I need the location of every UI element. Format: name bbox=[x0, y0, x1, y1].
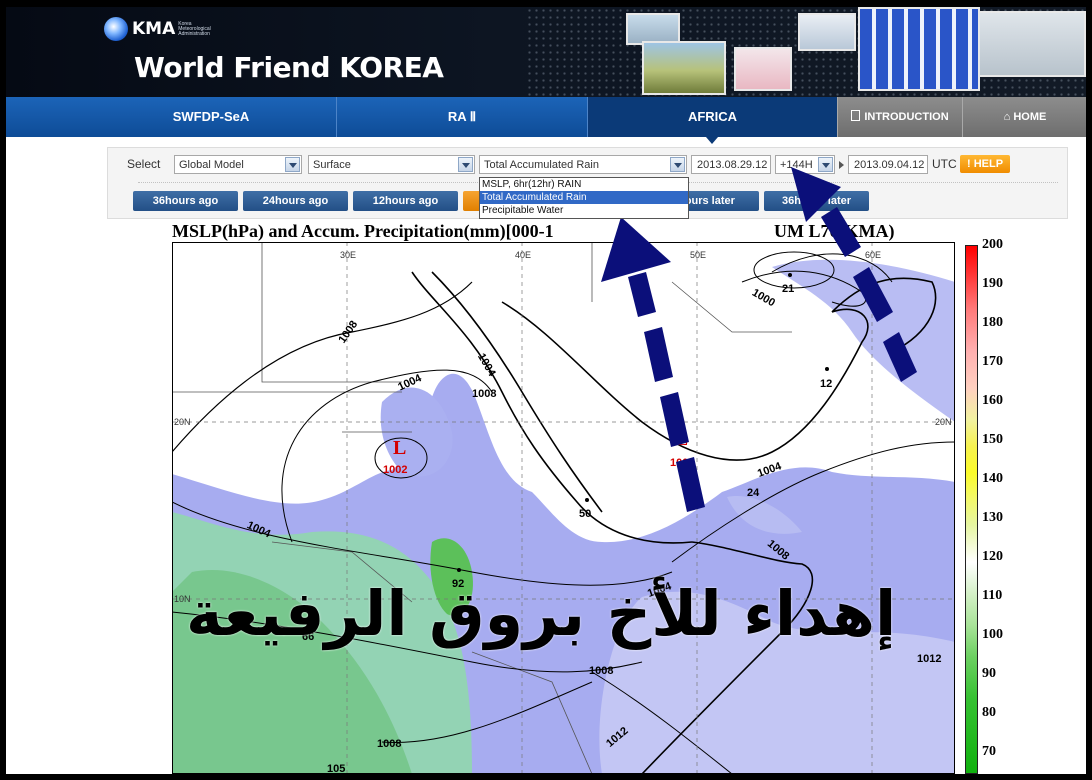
init-date-field[interactable]: 2013.08.29.12 bbox=[691, 155, 771, 174]
screenshot-frame: KMA Korea Meteorological Administration … bbox=[6, 7, 1086, 774]
document-icon bbox=[851, 110, 861, 121]
precip-colorbar bbox=[965, 245, 978, 774]
isobar-label: 1008 bbox=[589, 665, 613, 677]
chevron-down-icon[interactable] bbox=[458, 157, 473, 172]
logo-text: KMA bbox=[132, 19, 176, 39]
arabic-dedication-text: إهداء للأخ بروق الرفيعة bbox=[186, 577, 897, 650]
level-select[interactable]: Surface bbox=[308, 155, 475, 174]
product-select[interactable]: Total Accumulated Rain bbox=[479, 155, 687, 174]
header-photo bbox=[978, 11, 1086, 77]
dropdown-option[interactable]: MSLP, 6hr(12hr) RAIN bbox=[480, 178, 688, 191]
home-label: HOME bbox=[1013, 111, 1047, 123]
precip-max-dot bbox=[457, 568, 461, 572]
36hours-ago-button[interactable]: 36hours ago bbox=[133, 191, 238, 211]
arrow-shaft-dash bbox=[821, 207, 861, 257]
arrow-shaft-dash bbox=[676, 457, 705, 512]
low-value: 1002 bbox=[383, 464, 407, 476]
isobar-label: 1008 bbox=[377, 738, 401, 750]
arrow-head bbox=[601, 217, 671, 282]
home-icon: ⌂ bbox=[1003, 111, 1011, 123]
lon-label: 40E bbox=[515, 250, 531, 260]
home-button[interactable]: ⌂ HOME bbox=[962, 97, 1086, 137]
colorbar-label: 170 bbox=[982, 354, 1003, 369]
isobar-label: 1012 bbox=[917, 653, 941, 665]
lat-label: 20N bbox=[935, 417, 952, 427]
model-value: Global Model bbox=[179, 159, 244, 171]
24hours-ago-button[interactable]: 24hours ago bbox=[243, 191, 348, 211]
low-symbol: L bbox=[393, 437, 406, 459]
tab-swfdp-sea[interactable]: SWFDP-SeA bbox=[86, 97, 337, 137]
colorbar-label: 120 bbox=[982, 549, 1003, 564]
lon-label: 30E bbox=[340, 250, 356, 260]
introduction-label: INTRODUCTION bbox=[864, 111, 949, 123]
product-dropdown-list: MSLP, 6hr(12hr) RAIN Total Accumulated R… bbox=[479, 177, 689, 219]
arrow-shaft-dash bbox=[628, 272, 656, 317]
header-photo-elephants bbox=[642, 41, 726, 95]
arrow-shaft-dash bbox=[853, 267, 893, 322]
site-title: World Friend KOREA bbox=[134, 51, 444, 84]
colorbar-label: 160 bbox=[982, 393, 1003, 408]
colorbar-label: 90 bbox=[982, 666, 996, 681]
isobar-label: 1008 bbox=[472, 388, 496, 400]
header-photo-flowers bbox=[734, 47, 792, 91]
left-arrow-overlay bbox=[601, 217, 705, 512]
control-panel: Select Global Model Surface Total Accumu… bbox=[107, 147, 1068, 219]
level-value: Surface bbox=[313, 159, 351, 171]
introduction-button[interactable]: INTRODUCTION bbox=[837, 97, 962, 137]
arrow-shaft-dash bbox=[883, 332, 917, 382]
colorbar-label: 130 bbox=[982, 510, 1003, 525]
chevron-down-icon[interactable] bbox=[670, 157, 685, 172]
right-arrow-overlay bbox=[791, 167, 917, 382]
lat-label: 20N bbox=[174, 417, 191, 427]
12hours-ago-button[interactable]: 12hours ago bbox=[353, 191, 458, 211]
colorbar-label: 180 bbox=[982, 315, 1003, 330]
utc-label: UTC bbox=[932, 157, 957, 171]
precip-max: 105 bbox=[327, 763, 345, 774]
colorbar-label: 70 bbox=[982, 744, 996, 759]
product-value: Total Accumulated Rain bbox=[484, 159, 599, 171]
active-tab-caret bbox=[706, 137, 718, 144]
dropdown-option[interactable]: Precipitable Water bbox=[480, 204, 688, 217]
tab-ra2[interactable]: RA Ⅱ bbox=[337, 97, 588, 137]
tab-label: SWFDP-SeA bbox=[172, 109, 250, 124]
kma-logo[interactable]: KMA Korea Meteorological Administration bbox=[104, 17, 212, 41]
colorbar-label: 190 bbox=[982, 276, 1003, 291]
arrow-shaft-dash bbox=[660, 392, 689, 447]
precip-max: 24 bbox=[747, 487, 760, 499]
logo-subtitle: Korea Meteorological Administration bbox=[178, 20, 211, 37]
tab-label: AFRICA bbox=[687, 109, 738, 124]
kma-logo-icon bbox=[104, 17, 128, 41]
select-label: Select bbox=[127, 157, 161, 171]
tab-label: RA Ⅱ bbox=[447, 109, 477, 124]
header-photo bbox=[798, 13, 856, 51]
chevron-down-icon[interactable] bbox=[285, 157, 300, 172]
colorbar-label: 200 bbox=[982, 237, 1003, 252]
site-header: KMA Korea Meteorological Administration … bbox=[6, 7, 1086, 97]
colorbar-label: 110 bbox=[982, 588, 1003, 603]
main-nav: SWFDP-SeA RA Ⅱ AFRICA INTRODUCTION ⌂ HOME bbox=[6, 97, 1086, 137]
tab-africa[interactable]: AFRICA bbox=[588, 97, 838, 137]
colorbar-label: 150 bbox=[982, 432, 1003, 447]
colorbar-label: 140 bbox=[982, 471, 1003, 486]
colorbar-label: 100 bbox=[982, 627, 1003, 642]
map-title: MSLP(hPa) and Accum. Precipitation(mm)[0… bbox=[172, 221, 554, 241]
dropdown-option-selected[interactable]: Total Accumulated Rain bbox=[480, 191, 688, 204]
colorbar-label: 80 bbox=[982, 705, 996, 720]
help-button[interactable]: ! HELP bbox=[960, 155, 1010, 173]
header-photo-supercomputer bbox=[858, 7, 980, 91]
model-select[interactable]: Global Model bbox=[174, 155, 302, 174]
arrow-shaft-dash bbox=[644, 327, 673, 382]
